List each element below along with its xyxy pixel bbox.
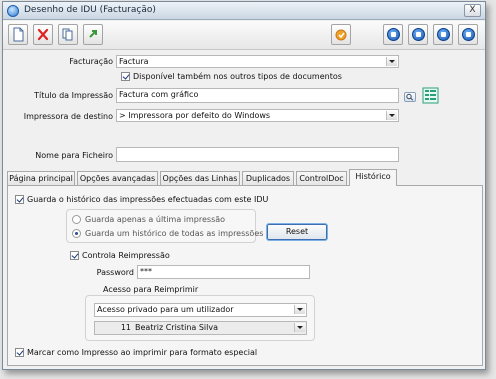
utilizador-select[interactable]: 11 Beatriz Cristina Silva <box>94 321 307 335</box>
guarda-historico-checkbox[interactable] <box>15 195 24 204</box>
chevron-down-icon[interactable] <box>386 57 397 66</box>
import-button[interactable] <box>83 24 103 45</box>
next-record-icon <box>437 28 450 41</box>
import-icon <box>84 25 102 44</box>
grid-button[interactable] <box>422 87 439 104</box>
acesso-label: Acesso para Reimprimir <box>103 285 199 294</box>
first-record-icon <box>387 28 400 41</box>
historico-panel: Guarda o histórico das impressões efectu… <box>7 185 483 366</box>
radio-todas-label: Guarda um histórico de todas as impressõ… <box>85 229 264 238</box>
chevron-down-icon[interactable] <box>386 111 397 120</box>
new-document-icon <box>9 25 27 44</box>
action-icon <box>332 25 350 44</box>
app-icon <box>7 5 19 17</box>
tab-opcoes-linhas[interactable]: Opções das Linhas <box>160 171 240 186</box>
next-record-button[interactable] <box>433 24 453 45</box>
acesso-select[interactable]: Acesso privado para um utilizador <box>94 303 307 317</box>
tab-pagina-principal[interactable]: Página principal <box>7 171 75 186</box>
copy-button[interactable] <box>58 24 78 45</box>
close-button[interactable]: X <box>464 4 481 17</box>
user-id: 11 <box>120 323 131 332</box>
tab-historico[interactable]: Histórico <box>349 169 397 186</box>
previous-record-icon <box>412 28 425 41</box>
radio-ultima-label: Guarda apenas a última impressão <box>85 215 226 224</box>
guarda-historico-label: Guarda o histórico das impressões efectu… <box>27 195 269 204</box>
impressora-value: > Impressora por defeito do Windows <box>119 111 271 120</box>
radio-ultima-impressao[interactable] <box>72 215 81 224</box>
nome-ficheiro-input[interactable] <box>116 147 399 162</box>
controla-reimpressao-checkbox[interactable] <box>70 251 79 260</box>
action-button[interactable] <box>331 24 351 45</box>
historico-options-group: Guarda apenas a última impressão Guarda … <box>66 209 263 243</box>
controla-reimpressao-label: Controla Reimpressão <box>82 251 170 260</box>
titulo-value: Factura com gráfico <box>119 90 199 99</box>
password-value: *** <box>140 267 152 276</box>
delete-icon <box>34 25 52 44</box>
search-icon <box>406 93 414 101</box>
password-input[interactable]: *** <box>137 265 310 279</box>
acesso-value: Acesso privado para um utilizador <box>97 305 234 314</box>
chevron-down-icon[interactable] <box>294 323 305 332</box>
table-icon <box>422 87 439 104</box>
previous-record-button[interactable] <box>408 24 428 45</box>
marcar-impresso-label: Marcar como Impresso ao imprimir para fo… <box>27 348 258 357</box>
title-bar: Desenho de IDU (Facturação) X <box>3 2 485 20</box>
chevron-down-icon[interactable] <box>294 305 305 314</box>
tab-controldoc[interactable]: ControlDoc <box>296 171 347 186</box>
facturacao-value: Factura <box>119 57 149 66</box>
window-title: Desenho de IDU (Facturação) <box>24 5 156 15</box>
tab-opcoes-avancadas[interactable]: Opções avançadas <box>77 171 158 186</box>
marcar-impresso-checkbox[interactable] <box>15 348 24 357</box>
last-record-icon <box>462 28 475 41</box>
delete-button[interactable] <box>33 24 53 45</box>
titulo-input[interactable]: Factura com gráfico <box>116 88 399 103</box>
reset-button[interactable]: Reset <box>266 223 328 241</box>
acesso-group: Acesso privado para um utilizador 11 Beat… <box>85 295 315 341</box>
first-record-button[interactable] <box>383 24 403 45</box>
facturacao-label: Facturação <box>69 57 113 66</box>
facturacao-select[interactable]: Factura <box>116 55 399 68</box>
nome-ficheiro-label: Nome para Ficheiro <box>35 151 113 160</box>
copy-icon <box>59 25 77 44</box>
new-document-button[interactable] <box>8 24 28 45</box>
radio-todas-impressoes[interactable] <box>72 229 81 238</box>
main-window: Desenho de IDU (Facturação) X Facturação… <box>2 1 486 370</box>
toolbar <box>3 21 485 50</box>
disponivel-checkbox[interactable] <box>121 72 130 81</box>
last-record-button[interactable] <box>458 24 478 45</box>
password-label: Password <box>96 268 134 277</box>
search-button[interactable] <box>404 92 416 102</box>
tab-duplicados[interactable]: Duplicados <box>242 171 294 186</box>
titulo-label: Título da Impressão <box>34 91 113 100</box>
tab-bar: Página principal Opções avançadas Opções… <box>7 169 485 186</box>
user-name: Beatriz Cristina Silva <box>135 323 219 332</box>
disponivel-label: Disponível também nos outros tipos de do… <box>133 72 342 81</box>
impressora-select[interactable]: > Impressora por defeito do Windows <box>116 109 399 122</box>
impressora-label: Impressora de destino <box>23 112 113 121</box>
